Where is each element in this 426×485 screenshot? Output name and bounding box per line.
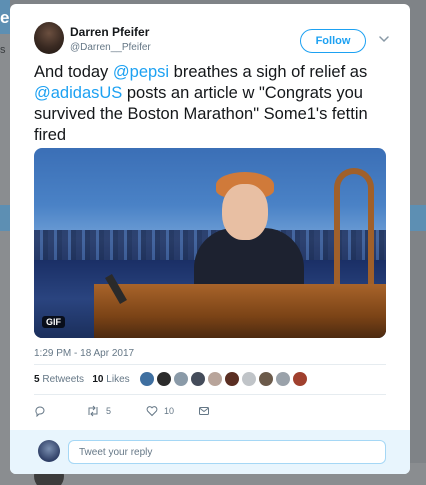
message-action[interactable] bbox=[198, 404, 210, 418]
retweets-count[interactable]: 5 bbox=[34, 374, 40, 385]
author-name[interactable]: Darren Pfeifer bbox=[70, 25, 149, 39]
background-fragment: e bbox=[0, 8, 10, 27]
divider bbox=[34, 394, 386, 395]
likes-count[interactable]: 10 bbox=[92, 374, 103, 385]
tweet-text-part: And today bbox=[34, 63, 113, 81]
media-desk bbox=[94, 284, 386, 338]
mention-link[interactable]: @pepsi bbox=[113, 63, 169, 81]
reply-area: Tweet your reply bbox=[10, 430, 410, 474]
retweets-label[interactable]: Retweets bbox=[42, 374, 84, 385]
like-action[interactable]: 10 bbox=[146, 404, 174, 418]
avatar[interactable] bbox=[225, 372, 239, 386]
background-page bbox=[0, 0, 10, 485]
reply-action[interactable] bbox=[34, 404, 46, 418]
avatar[interactable] bbox=[174, 372, 188, 386]
tweet-text: And today @pepsi breathes a sigh of reli… bbox=[34, 62, 394, 146]
background-band bbox=[410, 205, 426, 231]
avatar[interactable] bbox=[259, 372, 273, 386]
reply-input[interactable]: Tweet your reply bbox=[68, 440, 386, 464]
avatar[interactable] bbox=[276, 372, 290, 386]
like-action-count: 10 bbox=[164, 406, 175, 416]
heart-icon bbox=[146, 406, 158, 417]
background-fragment: s bbox=[0, 44, 6, 56]
tweet-timestamp[interactable]: 1:29 PM - 18 Apr 2017 bbox=[34, 348, 134, 359]
likes-label[interactable]: Likes bbox=[106, 374, 129, 385]
tweet-header: Darren Pfeifer @Darren__Pfeifer Follow bbox=[34, 22, 394, 62]
gif-media[interactable]: GIF bbox=[34, 148, 386, 338]
author-handle[interactable]: @Darren__Pfeifer bbox=[70, 42, 151, 53]
gif-badge: GIF bbox=[42, 316, 65, 328]
retweet-icon bbox=[88, 405, 98, 417]
tweet-actions: 5 10 bbox=[34, 404, 234, 418]
divider bbox=[34, 364, 386, 365]
reply-icon bbox=[35, 406, 45, 417]
author-avatar[interactable] bbox=[34, 22, 64, 54]
background-band bbox=[0, 205, 10, 231]
retweet-action-count: 5 bbox=[106, 406, 112, 416]
media-person-head bbox=[222, 184, 268, 240]
envelope-icon bbox=[199, 407, 209, 415]
avatar[interactable] bbox=[140, 372, 154, 386]
avatar[interactable] bbox=[157, 372, 171, 386]
avatar[interactable] bbox=[191, 372, 205, 386]
chevron-down-icon[interactable] bbox=[377, 32, 391, 46]
avatar[interactable] bbox=[242, 372, 256, 386]
current-user-avatar bbox=[38, 440, 60, 462]
tweet-text-part: breathes a sigh of relief as bbox=[169, 63, 368, 81]
avatar[interactable] bbox=[208, 372, 222, 386]
retweet-action[interactable]: 5 bbox=[86, 404, 111, 418]
mention-link[interactable]: @adidasUS bbox=[34, 84, 122, 102]
tweet-stats: 5 Retweets 10 Likes bbox=[34, 374, 130, 385]
follow-button[interactable]: Follow bbox=[300, 29, 366, 53]
tweet-modal: Darren Pfeifer @Darren__Pfeifer Follow A… bbox=[10, 4, 410, 474]
avatar[interactable] bbox=[293, 372, 307, 386]
